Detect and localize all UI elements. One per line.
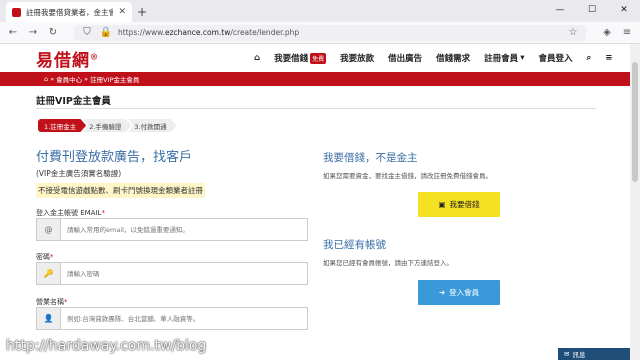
site-logo[interactable]: 易借網® bbox=[36, 46, 99, 71]
right-heading-borrow: 我要借錢，不是金主 bbox=[323, 152, 418, 164]
business-name-field[interactable]: 👤 bbox=[36, 307, 308, 330]
browser-tab-bar: 註冊我要借貸業者，金主會員 ✕ + — ☐ ✕ bbox=[0, 0, 640, 22]
close-window-icon[interactable]: ✕ bbox=[608, 0, 640, 20]
url-text[interactable]: https://www.ezchance.com.tw/create/lende… bbox=[118, 28, 561, 37]
envelope-icon: ✉ bbox=[564, 350, 570, 358]
breadcrumb: ⌂ » 會員中心 » 註冊VIP金主會員 bbox=[0, 72, 630, 86]
right-text-borrow: 如果您需要資金，要找金主借錢，請改註冊免費借錢會員。 bbox=[323, 172, 492, 180]
email-field[interactable]: @ bbox=[36, 218, 308, 241]
main-nav: ⌂ 我要借錢 免費 我要放款 借出廣告 借錢需求 註冊會員 ▾ 會員登入 ⌕ ≡ bbox=[254, 44, 612, 72]
business-name-label: 營業名稱* bbox=[36, 298, 68, 306]
site-favicon-icon bbox=[12, 7, 21, 17]
shield-icon[interactable]: ⛉ bbox=[80, 26, 94, 40]
nav-loan-needs[interactable]: 借錢需求 bbox=[436, 52, 470, 64]
money-icon: ▣ bbox=[438, 200, 446, 209]
step-progress: 1.註冊金主 2.手機驗證 3.付款開通 bbox=[38, 119, 177, 132]
back-arrow-icon[interactable]: ← bbox=[6, 26, 20, 40]
close-tab-icon[interactable]: ✕ bbox=[118, 7, 126, 17]
user-icon: 👤 bbox=[37, 308, 61, 329]
message-tab[interactable]: ✉ 訊息 bbox=[558, 348, 630, 360]
menu-icon[interactable]: ≡ bbox=[620, 26, 634, 40]
browser-nav-bar: ← → ↻ ⛉ 🔒 https://www.ezchance.com.tw/cr… bbox=[0, 22, 640, 44]
nav-lend[interactable]: 我要放款 bbox=[340, 52, 374, 64]
left-subheading: (VIP金主廣告須實名驗證) bbox=[36, 169, 122, 178]
right-heading-login: 我已經有帳號 bbox=[323, 239, 386, 251]
maximize-icon[interactable]: ☐ bbox=[576, 0, 608, 20]
nav-lend-ads[interactable]: 借出廣告 bbox=[388, 52, 422, 64]
email-input[interactable] bbox=[61, 219, 307, 240]
bookmark-star-icon[interactable]: ☆ bbox=[566, 26, 580, 40]
minimize-icon[interactable]: — bbox=[544, 0, 576, 20]
page-title: 註冊VIP金主會員 bbox=[36, 96, 111, 107]
step-2: 2.手機驗證 bbox=[83, 119, 132, 132]
login-button[interactable]: ➜ 登入會員 bbox=[418, 280, 500, 305]
home-icon[interactable]: ⌂ bbox=[254, 53, 260, 63]
password-field[interactable]: 🔑 bbox=[36, 262, 308, 285]
step-1: 1.註冊金主 bbox=[38, 119, 87, 132]
scrollbar-thumb[interactable] bbox=[632, 62, 638, 182]
left-heading: 付費刊登放款廣告，找客戶 bbox=[36, 150, 193, 165]
sign-in-icon: ➜ bbox=[438, 288, 446, 297]
step-3: 3.付款開通 bbox=[128, 119, 177, 132]
breadcrumb-current: 註冊VIP金主會員 bbox=[90, 76, 140, 84]
forward-arrow-icon[interactable]: → bbox=[26, 26, 40, 40]
watermark-text: http://hardaway.com.tw/blog bbox=[6, 338, 207, 354]
hamburger-menu-icon[interactable]: ≡ bbox=[605, 53, 612, 63]
search-icon[interactable]: ⌕ bbox=[586, 53, 591, 63]
lock-icon[interactable]: 🔒 bbox=[99, 26, 113, 40]
nav-login[interactable]: 會員登入 bbox=[538, 52, 572, 64]
key-icon: 🔑 bbox=[37, 263, 61, 284]
new-tab-button[interactable]: + bbox=[132, 2, 152, 22]
right-text-login: 如果您已經有會員帳號，請由下方連結登入。 bbox=[323, 259, 453, 267]
browser-tab[interactable]: 註冊我要借貸業者，金主會員 ✕ bbox=[6, 2, 132, 22]
borrow-button[interactable]: ▣ 我要借錢 bbox=[418, 192, 500, 217]
address-bar[interactable]: ⛉ 🔒 https://www.ezchance.com.tw/create/l… bbox=[74, 24, 586, 41]
email-label: 登入金主帳號 EMAIL* bbox=[36, 209, 105, 217]
business-name-input[interactable] bbox=[61, 308, 307, 329]
breadcrumb-member-center[interactable]: 會員中心 bbox=[56, 74, 82, 84]
password-input[interactable] bbox=[61, 263, 307, 284]
notice-text: 不接受電信遊戲點數、刷卡鬥號換現金類業者註冊 bbox=[36, 183, 205, 198]
window-controls: — ☐ ✕ bbox=[544, 0, 640, 20]
nav-register[interactable]: 註冊會員 ▾ bbox=[484, 52, 524, 64]
at-sign-icon: @ bbox=[37, 219, 61, 240]
divider bbox=[36, 108, 596, 109]
home-icon[interactable]: ⌂ bbox=[44, 75, 48, 83]
tab-title: 註冊我要借貸業者，金主會員 bbox=[26, 7, 114, 17]
site-header: 易借網® ⌂ 我要借錢 免費 我要放款 借出廣告 借錢需求 註冊會員 ▾ 會員登入 … bbox=[0, 44, 630, 72]
chevron-down-icon: ▾ bbox=[520, 53, 525, 63]
shield-account-icon[interactable]: ◈ bbox=[600, 26, 614, 40]
reload-icon[interactable]: ↻ bbox=[46, 26, 60, 40]
password-label: 密碼* bbox=[36, 253, 54, 261]
nav-borrow[interactable]: 我要借錢 免費 bbox=[274, 52, 327, 64]
free-badge: 免費 bbox=[310, 52, 327, 64]
